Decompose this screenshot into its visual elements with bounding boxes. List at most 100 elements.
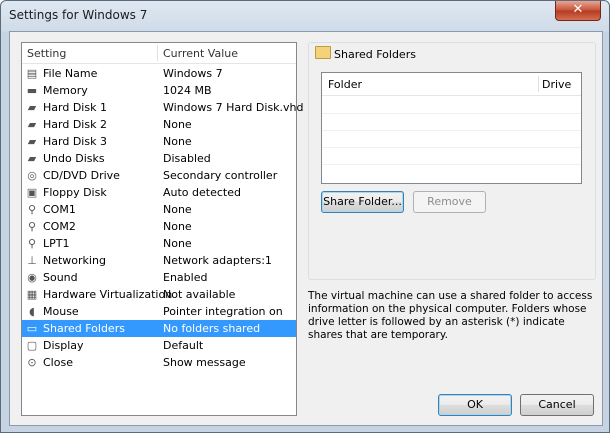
table-gridline	[322, 130, 581, 131]
settings-row[interactable]: ⊙ Close Show message	[22, 354, 296, 371]
settings-row[interactable]: ▰ Hard Disk 2 None	[22, 116, 296, 133]
hardware-virtualization-icon: ▦	[26, 288, 38, 301]
settings-row[interactable]: ▰ Undo Disks Disabled	[22, 150, 296, 167]
ok-button[interactable]: OK	[438, 394, 512, 416]
setting-name: File Name	[43, 67, 98, 80]
settings-row[interactable]: ▢ Display Default	[22, 337, 296, 354]
settings-row[interactable]: ▤ File Name Windows 7	[22, 65, 296, 82]
settings-row[interactable]: ◖ Mouse Pointer integration on	[22, 303, 296, 320]
setting-name: COM2	[43, 220, 76, 233]
cancel-button[interactable]: Cancel	[520, 394, 594, 416]
setting-value: Windows 7	[163, 67, 223, 80]
hard-disk-icon: ▰	[27, 118, 37, 131]
settings-row[interactable]: ▰ Hard Disk 1 Windows 7 Hard Disk.vhd	[22, 99, 304, 116]
column-header-setting[interactable]: Setting	[27, 47, 66, 60]
table-gridline	[322, 147, 581, 148]
close-icon: ⊙	[27, 356, 37, 369]
com-port-icon: ⚲	[27, 220, 37, 233]
cd-dvd-icon: ◎	[27, 169, 37, 182]
settings-row[interactable]: ▣ Floppy Disk Auto detected	[22, 184, 296, 201]
setting-value: None	[163, 220, 192, 233]
setting-name: Floppy Disk	[43, 186, 107, 199]
shared-folders-group: Shared Folders Folder Drive Share Folder…	[308, 42, 596, 280]
setting-name: Hard Disk 3	[43, 135, 107, 148]
display-icon: ▢	[26, 339, 38, 352]
setting-value: Default	[163, 339, 204, 352]
settings-row[interactable]: ▦ Hardware Virtualization Not available	[22, 286, 296, 303]
table-gridline	[322, 113, 581, 114]
column-header-drive[interactable]: Drive	[542, 78, 571, 91]
setting-name: Undo Disks	[43, 152, 105, 165]
setting-value: Windows 7 Hard Disk.vhd	[163, 101, 304, 114]
lpt-port-icon: ⚲	[27, 237, 37, 250]
setting-value: Auto detected	[163, 186, 241, 199]
column-header-folder[interactable]: Folder	[328, 78, 362, 91]
setting-name: Hard Disk 1	[43, 101, 107, 114]
folder-icon	[315, 46, 331, 59]
setting-name: Hard Disk 2	[43, 118, 107, 131]
setting-value: Disabled	[163, 152, 211, 165]
setting-value: Show message	[163, 356, 246, 369]
setting-value: None	[163, 135, 192, 148]
undo-disk-icon: ▰	[27, 152, 37, 165]
setting-name: Networking	[43, 254, 106, 267]
settings-row[interactable]: ▰ Hard Disk 3 None	[22, 133, 296, 150]
title-bar[interactable]: Settings for Windows 7 ✕	[1, 1, 609, 31]
setting-name: Display	[43, 339, 84, 352]
settings-row[interactable]: ⚲ COM1 None	[22, 201, 296, 218]
setting-value: Network adapters:1	[163, 254, 272, 267]
shared-folders-title-text: Shared Folders	[334, 48, 416, 61]
setting-value: None	[163, 118, 192, 131]
floppy-icon: ▣	[26, 186, 38, 199]
settings-row[interactable]: ◉ Sound Enabled	[22, 269, 296, 286]
setting-name: Memory	[43, 84, 88, 97]
settings-list[interactable]: Setting Current Value ▤ File Name Windows …	[21, 42, 304, 416]
setting-name: Sound	[43, 271, 78, 284]
window-title: Settings for Windows 7	[9, 8, 148, 22]
network-icon: ⊥	[27, 254, 37, 267]
column-header-value[interactable]: Current Value	[163, 47, 238, 60]
mouse-icon: ◖	[29, 305, 35, 318]
settings-window: Settings for Windows 7 ✕ Setting Current…	[0, 0, 610, 433]
shared-folders-table[interactable]: Folder Drive	[321, 72, 582, 184]
setting-value: Not available	[163, 288, 236, 301]
file-icon: ▤	[26, 67, 38, 80]
settings-rows: ▤ File Name Windows 7 ▬ Memory 1024 MB ▰ Hard D…	[22, 65, 304, 371]
settings-row[interactable]: ⊥ Networking Network adapters:1	[22, 252, 296, 269]
sound-icon: ◉	[27, 271, 37, 284]
setting-name: Shared Folders	[43, 322, 125, 335]
close-window-button[interactable]: ✕	[555, 1, 601, 21]
setting-value: Secondary controller	[163, 169, 278, 182]
setting-name: Hardware Virtualization	[43, 288, 173, 301]
settings-row[interactable]: ▬ Memory 1024 MB	[22, 82, 296, 99]
shared-folders-description: The virtual machine can use a shared fol…	[308, 290, 593, 341]
column-separator[interactable]	[538, 76, 539, 92]
setting-value: No folders shared	[163, 322, 261, 335]
setting-name: COM1	[43, 203, 76, 216]
shared-folders-table-header: Folder Drive	[322, 73, 581, 96]
setting-value: Pointer integration on	[163, 305, 283, 318]
table-gridline	[322, 164, 581, 165]
column-separator[interactable]	[157, 45, 158, 61]
settings-list-header: Setting Current Value	[22, 43, 296, 64]
dialog-client-area: Setting Current Value ▤ File Name Windows …	[9, 31, 603, 426]
setting-name: Close	[43, 356, 73, 369]
shared-folders-group-title: Shared Folders	[315, 46, 416, 61]
shared-folder-icon: ▭	[26, 322, 38, 335]
remove-button[interactable]: Remove	[413, 191, 486, 213]
hard-disk-icon: ▰	[27, 135, 37, 148]
memory-icon: ▬	[26, 84, 38, 97]
com-port-icon: ⚲	[27, 203, 37, 216]
setting-name: LPT1	[43, 237, 70, 250]
setting-name: CD/DVD Drive	[43, 169, 120, 182]
settings-row[interactable]: ▭ Shared Folders No folders shared	[22, 320, 296, 337]
setting-name: Mouse	[43, 305, 79, 318]
setting-value: None	[163, 237, 192, 250]
share-folder-button[interactable]: Share Folder...	[321, 191, 404, 213]
setting-value: Enabled	[163, 271, 208, 284]
settings-row[interactable]: ⚲ COM2 None	[22, 218, 296, 235]
settings-row[interactable]: ◎ CD/DVD Drive Secondary controller	[22, 167, 296, 184]
setting-value: None	[163, 203, 192, 216]
hard-disk-icon: ▰	[27, 101, 37, 114]
settings-row[interactable]: ⚲ LPT1 None	[22, 235, 296, 252]
